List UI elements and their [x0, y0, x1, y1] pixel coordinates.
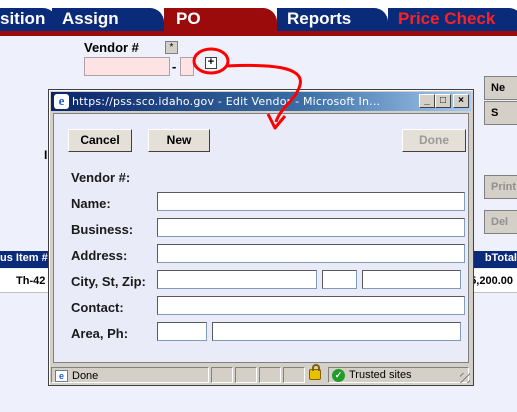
close-button[interactable]: ×	[453, 94, 469, 108]
status-pane	[259, 367, 281, 383]
status-text: Done	[72, 370, 99, 382]
grid-header-item: us Item #	[0, 252, 48, 264]
tab-bar: sition Assign PO Reports Price Check	[0, 0, 517, 31]
grid-row-item: Th-42	[16, 275, 46, 287]
tab-underline	[0, 31, 517, 36]
zone-text: Trusted sites	[349, 369, 412, 381]
name-input[interactable]	[157, 192, 465, 211]
edit-vendor-form: Cancel New Done Vendor #: Name: Business…	[53, 113, 469, 363]
business-label: Business:	[71, 222, 134, 237]
delete-button-partial[interactable]: Del	[484, 210, 517, 234]
area-phone-label: Area, Ph:	[71, 326, 129, 341]
status-pane	[283, 367, 305, 383]
tab-position[interactable]: sition	[0, 8, 57, 31]
grid-header-subtotal: bTotal	[484, 252, 517, 264]
security-zone-pane: ✓ Trusted sites	[328, 367, 469, 383]
tab-price-check[interactable]: Price Check	[388, 8, 517, 31]
new-button-partial[interactable]: Ne	[484, 76, 517, 100]
contact-input[interactable]	[157, 296, 465, 315]
tab-assign[interactable]: Assign	[52, 8, 164, 31]
minimize-button[interactable]: _	[419, 94, 435, 108]
edit-vendor-plus-icon[interactable]: +	[205, 57, 217, 69]
area-code-input[interactable]	[157, 322, 207, 341]
status-bar: e Done ✓ Trusted sites	[51, 364, 471, 384]
print-button-partial[interactable]: Print	[484, 175, 517, 199]
business-input[interactable]	[157, 218, 465, 237]
window-title: https://pss.sco.idaho.gov - Edit Vendor …	[72, 95, 381, 108]
vendor-number-field-label: Vendor #:	[71, 170, 131, 185]
address-label: Address:	[71, 248, 128, 263]
vendor-number-input[interactable]	[84, 57, 170, 76]
trusted-check-icon: ✓	[332, 369, 345, 382]
status-pane	[235, 367, 257, 383]
partial-label-mark: I	[44, 148, 48, 162]
status-pane-main: e Done	[51, 367, 209, 383]
address-input[interactable]	[157, 244, 465, 263]
contact-label: Contact:	[71, 300, 124, 315]
zip-input[interactable]	[362, 270, 461, 289]
state-input[interactable]	[322, 270, 357, 289]
phone-input[interactable]	[212, 322, 461, 341]
window-titlebar[interactable]: e https://pss.sco.idaho.gov - Edit Vendo…	[51, 92, 471, 111]
grid-row-subtotal: 5,200.00	[470, 275, 513, 287]
new-button[interactable]: New	[148, 129, 210, 152]
name-label: Name:	[71, 196, 111, 211]
vendor-number-label: Vendor #	[84, 40, 139, 55]
edit-vendor-window: e https://pss.sco.idaho.gov - Edit Vendo…	[48, 89, 474, 386]
page-icon: e	[55, 370, 68, 382]
cancel-button[interactable]: Cancel	[68, 129, 132, 152]
vendor-suffix-input[interactable]	[180, 57, 194, 76]
vendor-dash: -	[172, 59, 177, 74]
internet-explorer-icon: e	[54, 94, 69, 109]
second-button-partial[interactable]: S	[484, 101, 517, 125]
city-st-zip-label: City, St, Zip:	[71, 274, 146, 289]
required-star-icon: *	[165, 41, 178, 54]
resize-grip-icon[interactable]	[460, 373, 470, 383]
tab-reports[interactable]: Reports	[277, 8, 388, 31]
maximize-button[interactable]: □	[435, 94, 451, 108]
lock-icon	[309, 364, 321, 380]
city-input[interactable]	[157, 270, 317, 289]
status-pane	[211, 367, 233, 383]
tab-po[interactable]: PO	[164, 8, 277, 31]
done-button[interactable]: Done	[402, 129, 466, 152]
